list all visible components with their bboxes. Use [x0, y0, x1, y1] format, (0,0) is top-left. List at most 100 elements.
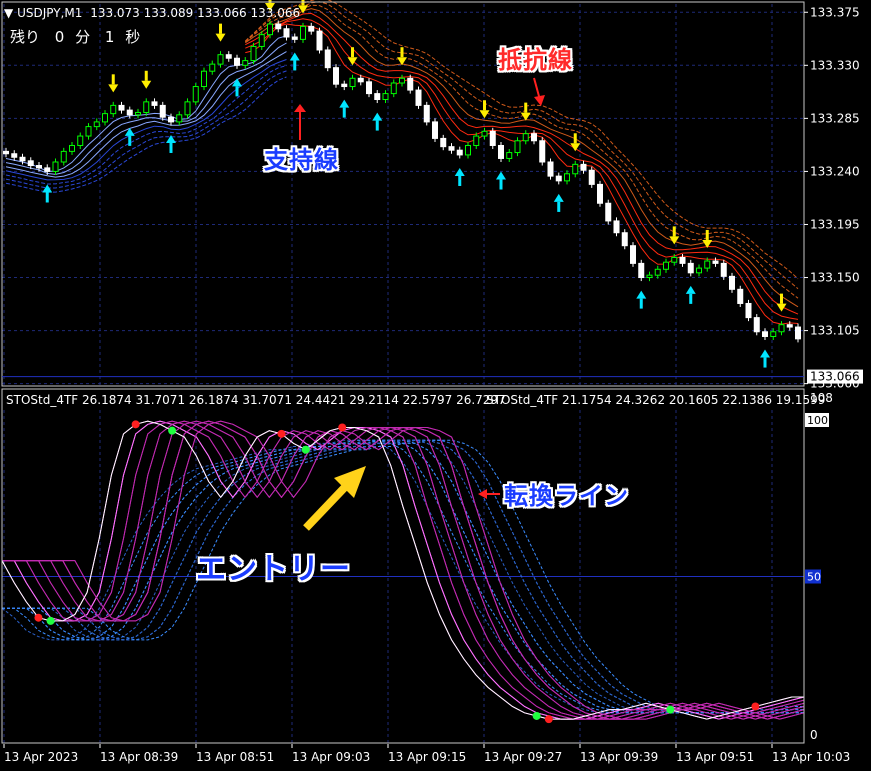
price-tick: 133.375 — [810, 5, 860, 19]
signal-dot — [34, 613, 43, 622]
signal-dot — [301, 445, 310, 454]
candle-body — [762, 331, 768, 337]
candle-body — [159, 104, 166, 118]
candle-body — [539, 140, 546, 163]
candle-body — [679, 256, 686, 264]
candle-body — [19, 156, 26, 162]
candle-body — [234, 57, 240, 66]
candle-body — [291, 36, 298, 40]
sell-signal-stem — [219, 23, 222, 34]
candle-body — [564, 173, 570, 182]
time-tick: 13 Apr 09:51 — [676, 750, 754, 764]
buy-signal-stem — [342, 107, 346, 118]
candle-body — [52, 161, 59, 172]
oscillator-header-1: STOStd_4TF 26.1874 31.7071 26.1874 31.70… — [6, 393, 506, 407]
buy-signal-stem — [235, 86, 239, 97]
buy-signal-stem — [293, 60, 297, 71]
signal-dot — [168, 426, 177, 435]
candle-body — [498, 144, 504, 159]
candle-body — [712, 260, 719, 264]
current-price-value: 133.066 — [810, 370, 860, 384]
candle-body — [151, 101, 158, 106]
candle-body — [60, 150, 67, 163]
candle-body — [275, 23, 282, 30]
candle-body — [399, 77, 405, 84]
sell-signal-stem — [780, 293, 783, 304]
candle-body — [613, 220, 620, 234]
candle-body — [646, 274, 653, 279]
signal-dot — [666, 705, 675, 714]
candle-body — [448, 146, 455, 151]
time-tick: 13 Apr 10:03 — [772, 750, 850, 764]
candle-body — [250, 45, 257, 62]
candle-body — [110, 104, 117, 115]
countdown-label: 残り — [10, 28, 41, 46]
candle-body — [184, 101, 191, 116]
oscillator-tick: 50 — [807, 571, 821, 584]
candle-body — [201, 70, 207, 88]
candle-body — [531, 133, 537, 142]
candle-body — [390, 82, 397, 95]
candle-body — [209, 63, 216, 72]
candle-body — [753, 317, 760, 333]
entry-label: エントリー — [196, 552, 351, 587]
candle-body — [481, 130, 488, 137]
sell-signal-stem — [268, 0, 272, 3]
support-label: 支持線 — [264, 146, 339, 174]
chart-canvas[interactable]: 133.375 133.330 133.285 133.240 133.195 133.1… — [0, 0, 871, 767]
candle-body — [316, 30, 323, 51]
candle-body — [176, 114, 183, 123]
candle-body — [473, 135, 480, 146]
candle-body — [366, 81, 372, 95]
buy-signal-stem — [45, 192, 49, 203]
candle-body — [242, 60, 249, 66]
candle-body — [432, 121, 438, 139]
minutes-unit: 分 — [75, 28, 91, 46]
candle-body — [333, 67, 339, 85]
buy-signal-stem — [499, 179, 503, 190]
candle-body — [324, 49, 331, 69]
candle-body — [118, 104, 125, 111]
candle-body — [630, 245, 636, 264]
buy-signal-stem — [458, 175, 462, 186]
candle-body — [135, 111, 141, 116]
candle-body — [27, 160, 34, 167]
time-tick: 13 Apr 09:27 — [484, 750, 562, 764]
candle-body — [357, 77, 364, 83]
trading-chart[interactable]: 133.375 133.330 133.285 133.240 133.195 133.1… — [0, 0, 871, 767]
candle-body — [308, 25, 315, 32]
price-tick: 133.195 — [810, 217, 860, 231]
sell-signal-stem — [705, 229, 709, 240]
candle-body — [440, 137, 447, 148]
signal-dot — [131, 420, 140, 429]
candle-body — [786, 324, 793, 328]
candle-body — [663, 261, 669, 270]
candle-body — [778, 324, 785, 333]
buy-signal-stem — [375, 120, 379, 131]
sell-signal-stem — [301, 0, 305, 6]
seconds-unit: 秒 — [125, 28, 141, 46]
candle-body — [638, 262, 645, 279]
countdown-seconds: 1 — [104, 28, 115, 46]
candle-body — [407, 77, 414, 91]
buy-signal-stem — [169, 142, 173, 153]
sell-signal-stem — [400, 47, 404, 58]
candle-body — [704, 260, 711, 269]
signal-dot — [544, 715, 553, 724]
buy-signal-stem — [689, 293, 693, 304]
candle-body — [300, 25, 306, 40]
price-tick: 133.240 — [810, 164, 860, 178]
sell-signal-stem — [483, 100, 486, 111]
candle-body — [11, 153, 18, 158]
signal-dot — [46, 616, 55, 625]
candle-body — [770, 331, 777, 337]
candle-body — [423, 104, 430, 123]
dropdown-triangle-icon[interactable]: ▼ — [4, 6, 13, 20]
time-tick: 13 Apr 2023 — [4, 750, 78, 764]
candle-body — [729, 275, 735, 290]
candle-body — [514, 140, 521, 154]
chart-title: ▼ USDJPY,M1 133.073 133.089 133.066 133.… — [4, 6, 300, 20]
candle-body — [102, 113, 108, 123]
switch-line-label: 転換ライン — [504, 482, 629, 510]
candle-body — [36, 165, 42, 169]
